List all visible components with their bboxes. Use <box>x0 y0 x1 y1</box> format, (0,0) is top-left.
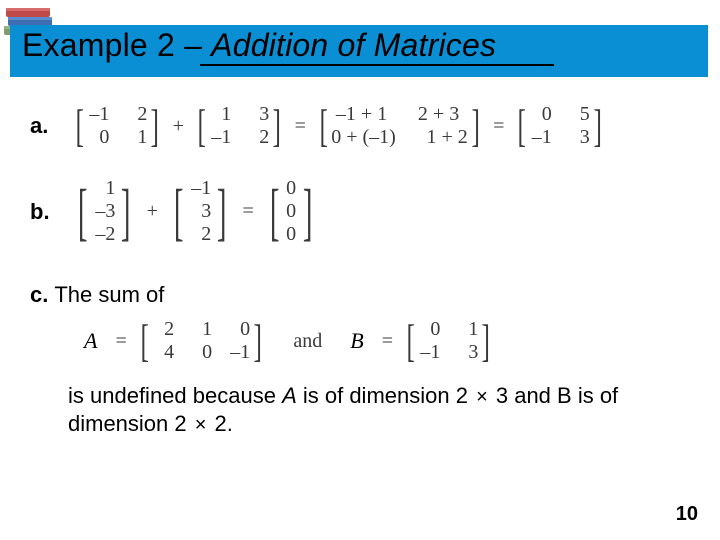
text-and: and <box>279 330 336 353</box>
matrix-b1: [ 1 –3 –2 ] <box>72 177 137 246</box>
matrix-a4: [ 05 –13 ] <box>514 103 605 149</box>
title-prefix: Example 2 – <box>22 27 211 63</box>
text-the-sum-of: The sum of <box>54 282 164 308</box>
part-c-explain: is undefined because A is of dimension 2… <box>68 382 670 438</box>
explain-text: is undefined because <box>68 383 282 408</box>
explain-text: 3 and B is of <box>490 383 618 408</box>
matrix-a1: [ –12 01 ] <box>72 103 163 149</box>
equation-b: [ 1 –3 –2 ] + [ –1 3 2 ] = [ <box>72 177 318 246</box>
matrix-B: [ 01 –13 ] <box>403 318 494 364</box>
times-icon: × <box>474 386 490 408</box>
part-a: a. [ –12 01 ] + [ 13 –12 ] = [ <box>30 103 690 149</box>
label-c: c. <box>30 282 48 308</box>
var-B: B <box>350 328 363 354</box>
matrix-b2: [ –1 3 2 ] <box>168 177 233 246</box>
matrix-a3: [ –1 + 12 + 3 0 + (–1)1 + 2 ] <box>316 103 483 149</box>
title-underline <box>200 64 554 66</box>
equals-icon: = <box>378 330 397 353</box>
equation-a: [ –12 01 ] + [ 13 –12 ] = [ –1 + <box>72 103 605 149</box>
times-icon: × <box>193 414 209 436</box>
page-title: Example 2 – Addition of Matrices <box>22 27 496 64</box>
matrix-a2: [ 13 –12 ] <box>194 103 285 149</box>
explain-text: dimension 2 <box>68 411 193 436</box>
equals-icon: = <box>489 115 508 138</box>
matrix-A: [ 210 40–1 ] <box>137 318 266 364</box>
label-b: b. <box>30 199 60 225</box>
explain-text: 2. <box>208 411 232 436</box>
explain-text: is of dimension 2 <box>297 383 474 408</box>
part-c-head: c. The sum of <box>30 282 690 308</box>
page-number: 10 <box>676 503 698 526</box>
equals-icon: = <box>111 330 130 353</box>
plus-icon: + <box>169 115 188 138</box>
equals-icon: = <box>239 200 258 223</box>
equals-icon: = <box>291 115 310 138</box>
matrix-b3: [ 0 0 0 ] <box>264 177 319 246</box>
part-c-matrices: A = [ 210 40–1 ] and B = [ 01 –13 ] <box>84 318 690 364</box>
explain-A: A <box>282 383 297 408</box>
var-A: A <box>84 328 97 354</box>
label-a: a. <box>30 113 60 139</box>
plus-icon: + <box>143 200 162 223</box>
part-b: b. [ 1 –3 –2 ] + [ –1 3 2 ] <box>30 177 690 246</box>
title-topic: Addition of Matrices <box>211 27 496 63</box>
content-body: a. [ –12 01 ] + [ 13 –12 ] = [ <box>30 103 690 438</box>
